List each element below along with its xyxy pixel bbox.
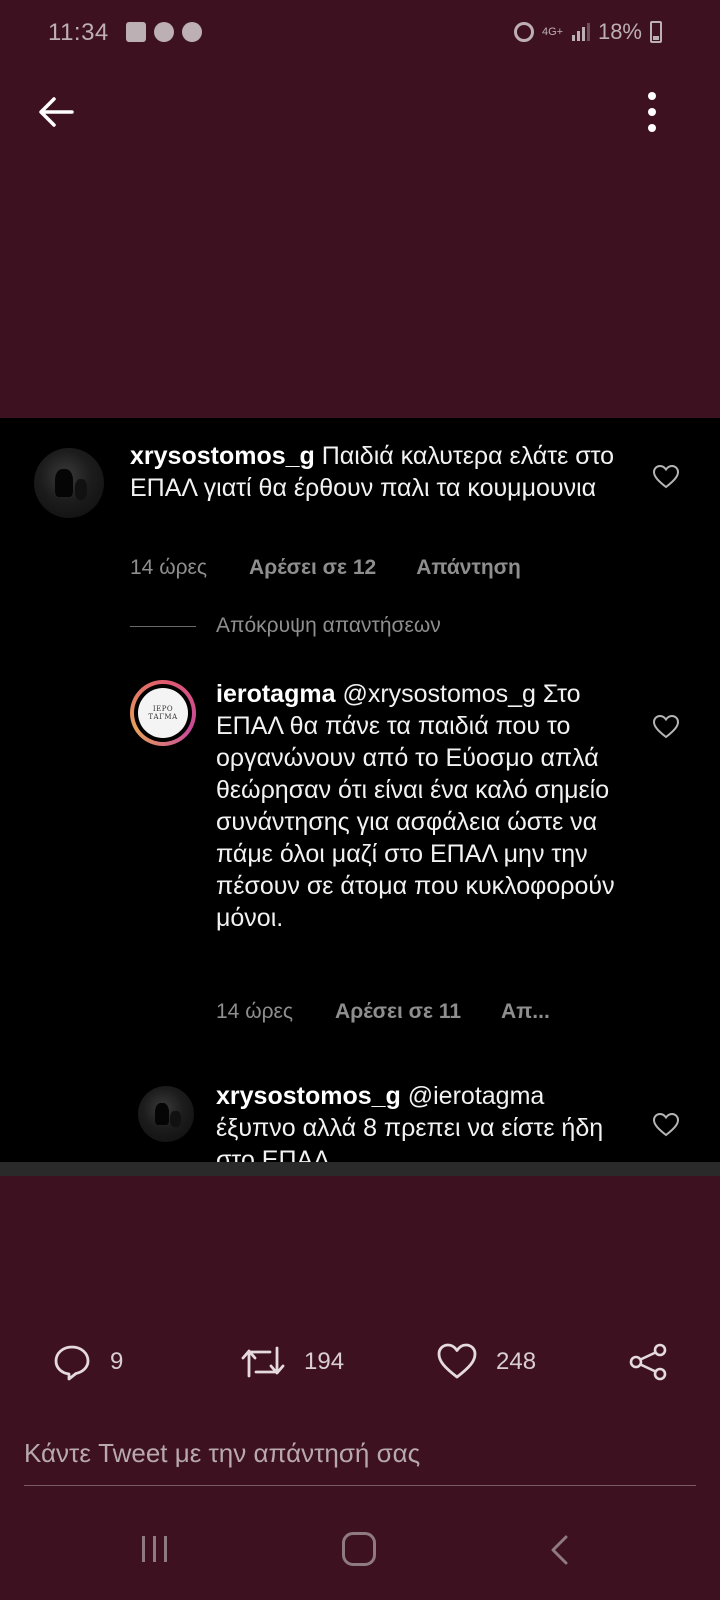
reply-input[interactable]: Κάντε Tweet με την απάντησή σας (24, 1434, 696, 1486)
retweet-count: 194 (304, 1348, 345, 1375)
hide-replies-button[interactable]: Απόκρυψη απαντήσεων (130, 614, 441, 638)
like-count: 248 (496, 1348, 537, 1375)
heart-icon[interactable] (652, 1112, 680, 1138)
battery-icon (650, 21, 662, 43)
media-bottom-edge (0, 1162, 720, 1176)
comment-bubble-icon (54, 1345, 90, 1381)
heart-icon[interactable] (652, 714, 680, 740)
system-navigation-bar (0, 1520, 720, 1600)
tweet-action-bar: 9 194 248 (0, 1340, 720, 1392)
share-action[interactable] (626, 1342, 670, 1382)
chrome-notification-icon (154, 22, 174, 42)
system-back-button[interactable] (548, 1534, 572, 1571)
comment-time: 14 ώρες (216, 1000, 294, 1023)
battery-percent: 18% (597, 19, 642, 44)
retweet-icon (241, 1346, 285, 1378)
top-nav (0, 84, 720, 140)
status-bar: 11:34 4G+ 18% (0, 0, 720, 66)
reply-button[interactable]: Απ... (501, 1000, 550, 1024)
retweet-action[interactable]: 194 (240, 1342, 344, 1382)
recents-button[interactable] (142, 1536, 167, 1562)
reply-button[interactable]: Απάντηση (416, 556, 521, 580)
arrow-left-icon (39, 97, 74, 127)
more-options-button[interactable] (624, 88, 680, 136)
avatar[interactable]: ΙΕΡΟ ΤΑΓΜΑ (130, 680, 196, 746)
avatar[interactable] (138, 1086, 194, 1142)
share-icon (629, 1343, 667, 1381)
more-dot-icon (648, 108, 656, 116)
comment-username[interactable]: ierotagma (216, 680, 335, 708)
notification-icons (126, 22, 202, 42)
chevron-left-icon (551, 1535, 568, 1565)
comment-likes[interactable]: Αρέσει σε 12 (249, 556, 376, 580)
comment-likes[interactable]: Αρέσει σε 11 (335, 1000, 461, 1024)
like-action[interactable]: 248 (436, 1342, 536, 1382)
reply-count: 9 (110, 1348, 124, 1375)
status-right: 4G+ 18% (513, 19, 662, 45)
comment-meta: 14 ώρες Αρέσει σε 12 Απάντηση (130, 556, 521, 580)
back-button[interactable] (34, 88, 82, 136)
alarm-icon (513, 22, 534, 42)
hide-replies-label: Απόκρυψη απαντήσεων (216, 614, 441, 637)
recents-icon (142, 1536, 145, 1562)
comment-meta: 14 ώρες Αρέσει σε 11 Απ... (216, 1000, 550, 1024)
more-dot-icon (648, 92, 656, 100)
more-dot-icon (648, 124, 656, 132)
chrome-notification-icon-2 (182, 22, 202, 42)
comment-1: xrysostomos_g Παιδιά καλυτερα ελάτε στο … (0, 418, 720, 598)
reply-placeholder: Κάντε Tweet με την απάντησή σας (24, 1438, 421, 1468)
comment-2: ΙΕΡΟ ΤΑΓΜΑ ierotagma @xrysostomos_g Στο … (0, 668, 720, 1028)
signal-icon (571, 23, 590, 41)
avatar[interactable] (34, 448, 104, 518)
tweet-media-image[interactable]: xrysostomos_g Παιδιά καλυτερα ελάτε στο … (0, 418, 720, 1176)
status-time: 11:34 (48, 19, 109, 46)
comment-body: @xrysostomos_g Στο ΕΠΑΛ θα πάνε τα παιδι… (216, 680, 615, 932)
heart-icon (437, 1343, 477, 1379)
home-button[interactable] (342, 1532, 376, 1566)
comment-time: 14 ώρες (130, 556, 208, 579)
comment-username[interactable]: xrysostomos_g (130, 442, 315, 470)
comment-text: xrysostomos_g Παιδιά καλυτερα ελάτε στο … (130, 440, 620, 504)
ierotagma-logo: ΙΕΡΟ ΤΑΓΜΑ (138, 688, 188, 738)
chat-notification-icon (126, 22, 146, 42)
comment-username[interactable]: xrysostomos_g (216, 1082, 401, 1110)
heart-icon[interactable] (652, 464, 680, 490)
divider-line (130, 625, 196, 627)
network-type: 4G+ (541, 26, 564, 38)
reply-action[interactable]: 9 (52, 1342, 123, 1382)
comment-text: ierotagma @xrysostomos_g Στο ΕΠΑΛ θα πάν… (216, 678, 626, 934)
